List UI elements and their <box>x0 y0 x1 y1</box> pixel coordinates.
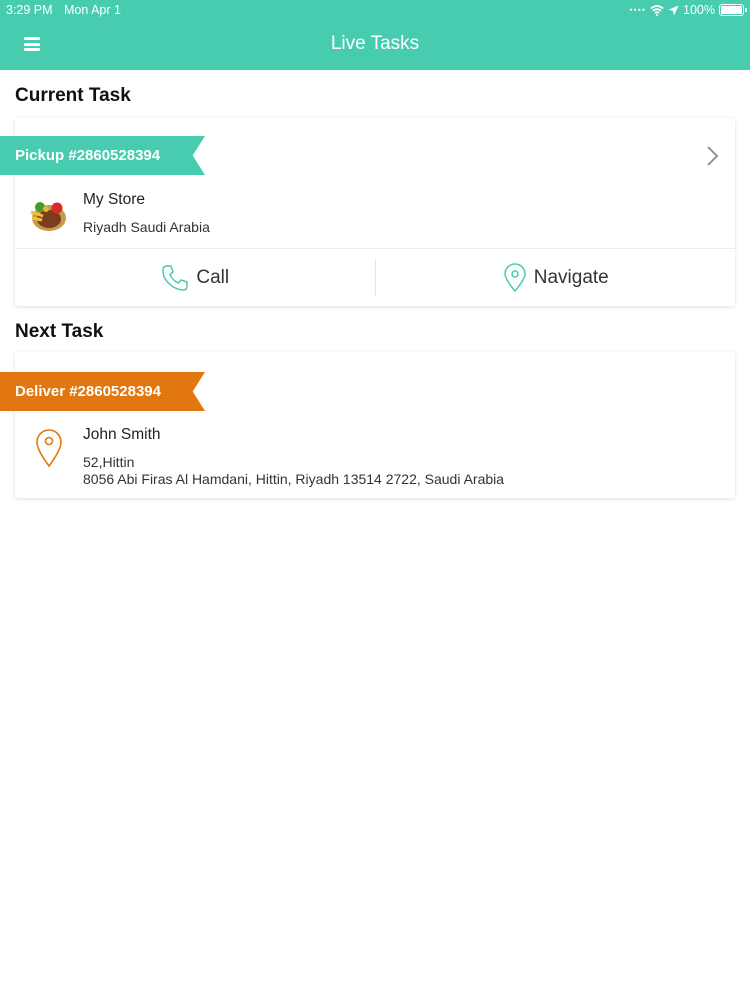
status-date: Mon Apr 1 <box>64 3 121 17</box>
current-task-heading: Current Task <box>15 85 131 106</box>
current-task-card[interactable]: Pickup #2860528394 My Store Riyadh Saudi… <box>0 118 735 306</box>
customer-address-line1: 52,Hittin <box>83 454 135 470</box>
status-time: 3:29 PM <box>6 3 53 17</box>
battery-fill <box>721 6 742 14</box>
customer-name: John Smith <box>83 426 161 443</box>
status-bar: 3:29 PM Mon Apr 1 •••• 100% <box>0 0 750 20</box>
next-task-heading: Next Task <box>15 321 104 342</box>
location-arrow-icon <box>668 5 679 15</box>
navigation-bar: Live Tasks <box>0 20 750 70</box>
battery-percentage: 100% <box>683 3 715 17</box>
chevron-right-icon[interactable] <box>705 145 721 167</box>
map-pin-icon <box>503 262 526 292</box>
call-button[interactable]: Call <box>15 249 375 306</box>
wifi-icon <box>650 4 664 16</box>
battery-icon <box>719 4 747 16</box>
map-pin-icon <box>36 429 62 468</box>
store-address: Riyadh Saudi Arabia <box>83 219 210 235</box>
next-task-card[interactable]: Deliver #2860528394 John Smith 52,Hittin… <box>0 352 735 498</box>
task-action-bar: Call Navigate <box>15 248 735 306</box>
signal-dots-icon: •••• <box>629 5 647 15</box>
call-label: Call <box>196 266 230 288</box>
phone-icon <box>162 264 189 291</box>
navigate-label: Navigate <box>533 266 609 288</box>
store-food-icon <box>30 202 66 231</box>
navigate-button[interactable]: Navigate <box>376 249 736 306</box>
status-right-group: •••• 100% <box>629 2 747 18</box>
top-bar: 3:29 PM Mon Apr 1 •••• 100% Live Tasks <box>0 0 750 70</box>
page-title: Live Tasks <box>330 33 420 54</box>
pickup-ribbon: Pickup #2860528394 <box>0 136 205 175</box>
customer-address-line2: 8056 Abi Firas Al Hamdani, Hittin, Riyad… <box>83 471 505 487</box>
store-name: My Store <box>83 191 146 208</box>
deliver-ribbon: Deliver #2860528394 <box>0 372 205 411</box>
